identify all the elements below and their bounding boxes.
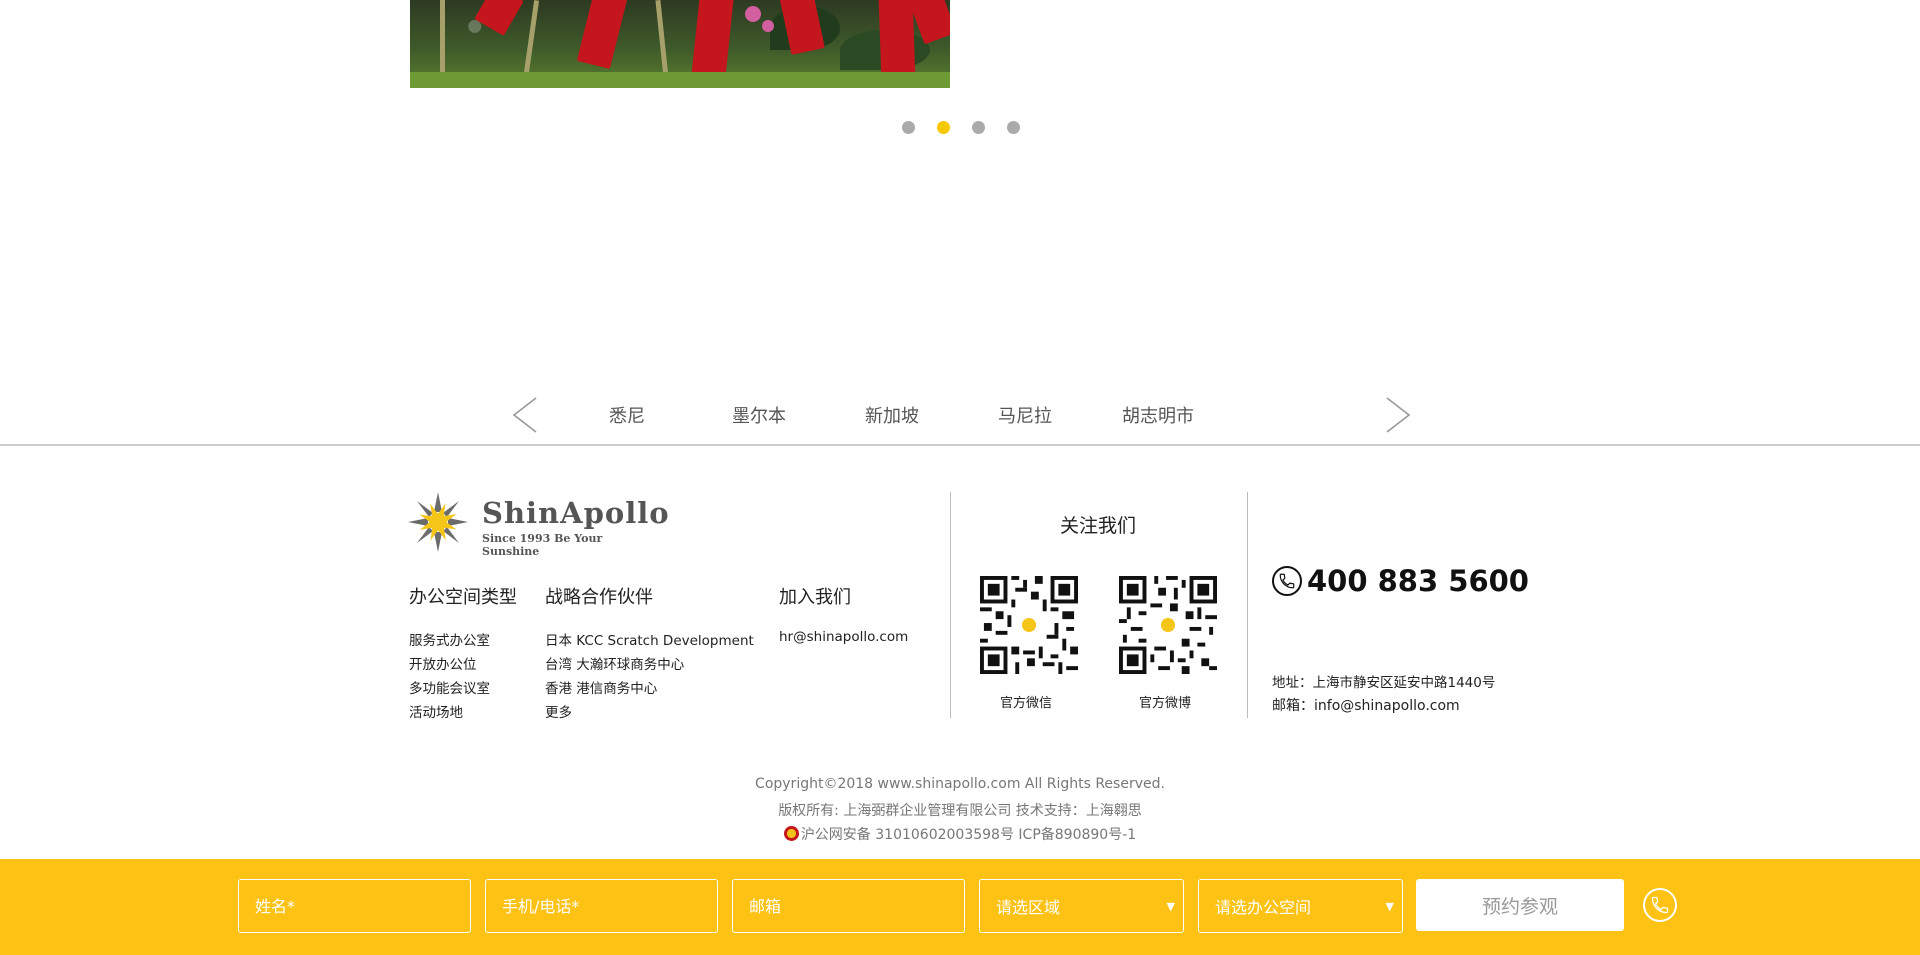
city-tab-singapore[interactable]: 新加坡 [865, 402, 919, 428]
contact-email[interactable]: 邮箱：info@shinapollo.com [1272, 695, 1460, 715]
carousel-dot[interactable] [902, 121, 915, 134]
icp-line: 沪公网安备 31010602003598号 ICP备890890号-1 [0, 824, 1920, 844]
region-select-value: 请选区域 [996, 898, 1061, 917]
weibo-qr-code [1119, 576, 1217, 674]
name-field[interactable] [238, 879, 471, 933]
office-type-link[interactable]: 开放办公位 [409, 653, 477, 673]
book-visit-button[interactable]: 预约参观 [1416, 879, 1624, 931]
address: 地址：上海市静安区延安中路1440号 [1272, 675, 1496, 691]
copyright-line: Copyright©2018 www.shinapollo.com All Ri… [755, 776, 1165, 792]
phone-input[interactable] [502, 896, 701, 916]
logo-tagline: Since 1993 Be Your Sunshine [482, 532, 603, 558]
booking-bar: 请选区域 ▼ 请选办公空间 ▼ 预约参观 [0, 859, 1920, 955]
phone-icon [1272, 566, 1302, 596]
wechat-label: 官方微信 [1000, 696, 1053, 711]
logo-wordmark: ShinApollo [482, 496, 670, 530]
caret-down-icon: ▼ [1385, 900, 1394, 913]
carousel-dot[interactable] [972, 121, 985, 134]
partner-link[interactable]: 日本 KCC Scratch Development [545, 629, 754, 649]
page: 悉尼 墨尔本 新加坡 马尼拉 胡志明市 ShinApollo Since 199… [0, 0, 1920, 955]
chevron-left-icon[interactable] [510, 396, 544, 433]
join-us-title: 加入我们 [779, 587, 851, 608]
office-types-title: 办公空间类型 [409, 587, 517, 608]
wechat-qr-code [980, 576, 1078, 674]
phone-icon [1651, 896, 1669, 914]
partner-link[interactable]: 台湾 大瀚环球商务中心 [545, 653, 684, 673]
police-badge-icon [783, 826, 799, 841]
divider [0, 444, 1920, 446]
follow-us-title: 关注我们 [1060, 515, 1137, 537]
city-tab-sydney[interactable]: 悉尼 [609, 402, 645, 428]
company-line: 版权所有: 上海弼群企业管理有限公司 技术支持：上海翱思 [778, 803, 1142, 819]
divider [1247, 492, 1248, 718]
weibo-label: 官方微博 [1139, 696, 1192, 711]
caret-down-icon: ▼ [1166, 900, 1175, 913]
office-type-link[interactable]: 多功能会议室 [409, 677, 490, 697]
divider [950, 492, 951, 718]
call-button[interactable] [1643, 888, 1677, 922]
partner-link[interactable]: 香港 港信商务中心 [545, 677, 657, 697]
office-type-link[interactable]: 活动场地 [409, 701, 463, 721]
region-select[interactable]: 请选区域 ▼ [979, 879, 1184, 933]
carousel-pagination [902, 121, 1020, 134]
sun-logo-icon [408, 492, 468, 552]
city-nav: 悉尼 墨尔本 新加坡 马尼拉 胡志明市 [510, 392, 1420, 436]
chevron-right-icon[interactable] [1383, 396, 1417, 433]
space-select[interactable]: 请选办公空间 ▼ [1198, 879, 1403, 933]
carousel-dot-active[interactable] [937, 121, 950, 134]
carousel-dot[interactable] [1007, 121, 1020, 134]
city-tab-manila[interactable]: 马尼拉 [998, 402, 1052, 428]
phone-field[interactable] [485, 879, 718, 933]
icp-text[interactable]: 沪公网安备 31010602003598号 ICP备890890号-1 [801, 827, 1136, 843]
city-tab-ho-chi-minh[interactable]: 胡志明市 [1122, 402, 1194, 428]
email-input[interactable] [749, 896, 948, 916]
email-field[interactable] [732, 879, 965, 933]
city-tab-melbourne[interactable]: 墨尔本 [732, 402, 786, 428]
name-input[interactable] [255, 896, 454, 916]
hotline[interactable]: 400 883 5600 [1272, 564, 1529, 598]
space-select-value: 请选办公空间 [1215, 898, 1312, 917]
hr-email-link[interactable]: hr@shinapollo.com [779, 629, 908, 645]
partners-title: 战略合作伙伴 [545, 587, 653, 608]
phone-number: 400 883 5600 [1307, 564, 1529, 598]
carousel-image[interactable] [410, 0, 950, 88]
partner-more-link[interactable]: 更多 [545, 701, 572, 721]
footer-logo[interactable]: ShinApollo Since 1993 Be Your Sunshine [408, 490, 669, 558]
office-type-link[interactable]: 服务式办公室 [409, 629, 490, 649]
